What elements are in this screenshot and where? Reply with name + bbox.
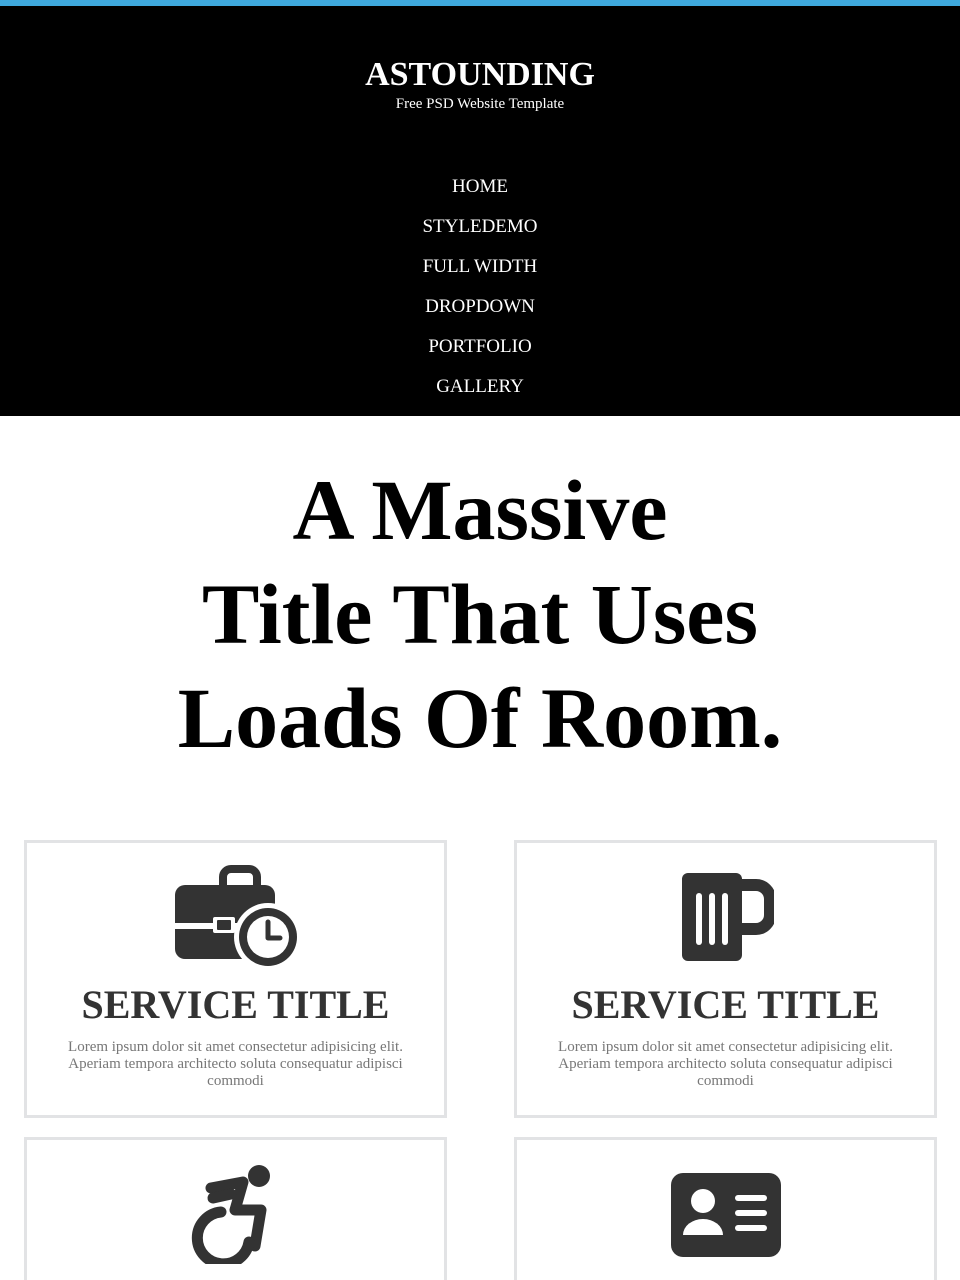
service-card: SERVICE TITLE Lorem ipsum dolor sit amet… — [514, 840, 937, 1118]
nav-link-dropdown[interactable]: DROPDOWN — [425, 292, 535, 322]
site-logo[interactable]: ASTOUNDING — [0, 56, 960, 94]
nav-link-gallery[interactable]: GALLERY — [436, 372, 524, 402]
nav-item-portfolio: PORTFOLIO — [0, 332, 960, 372]
wheelchair-icon — [27, 1164, 444, 1264]
beer-mug-icon — [517, 867, 934, 967]
main-nav: HOME STYLEDEMO FULL WIDTH DROPDOWN PORTF… — [0, 172, 960, 412]
service-description: Lorem ipsum dolor sit amet consectetur a… — [558, 1039, 893, 1089]
hero-title-line: Loads Of Room. — [177, 670, 783, 766]
nav-link-home[interactable]: HOME — [452, 172, 508, 202]
service-card: SERVICE TITLE Lorem ipsum dolor sit amet… — [24, 840, 447, 1118]
nav-link-full-width[interactable]: FULL WIDTH — [423, 252, 538, 282]
nav-item-full-width: FULL WIDTH — [0, 252, 960, 292]
nav-link-styledemo[interactable]: STYLEDEMO — [422, 212, 537, 242]
hero-title-line: A Massive — [292, 462, 668, 558]
service-card — [24, 1137, 447, 1280]
service-title: SERVICE TITLE — [571, 982, 880, 1027]
hero-title-line: Title That Uses — [202, 566, 758, 662]
id-card-icon — [517, 1164, 934, 1264]
nav-item-dropdown: DROPDOWN — [0, 292, 960, 332]
site-tagline: Free PSD Website Template — [395, 96, 565, 112]
nav-item-styledemo: STYLEDEMO — [0, 212, 960, 252]
nav-item-gallery: GALLERY — [0, 372, 960, 412]
site-header: ASTOUNDING Free PSD Website Template HOM… — [0, 6, 960, 416]
nav-link-portfolio[interactable]: PORTFOLIO — [428, 332, 531, 362]
nav-item-home: HOME — [0, 172, 960, 212]
service-title: SERVICE TITLE — [81, 982, 390, 1027]
briefcase-clock-icon — [27, 865, 444, 969]
service-description: Lorem ipsum dolor sit amet consectetur a… — [68, 1039, 403, 1089]
service-card — [514, 1137, 937, 1280]
hero-title: A Massive Title That Uses Loads Of Room. — [0, 458, 960, 770]
